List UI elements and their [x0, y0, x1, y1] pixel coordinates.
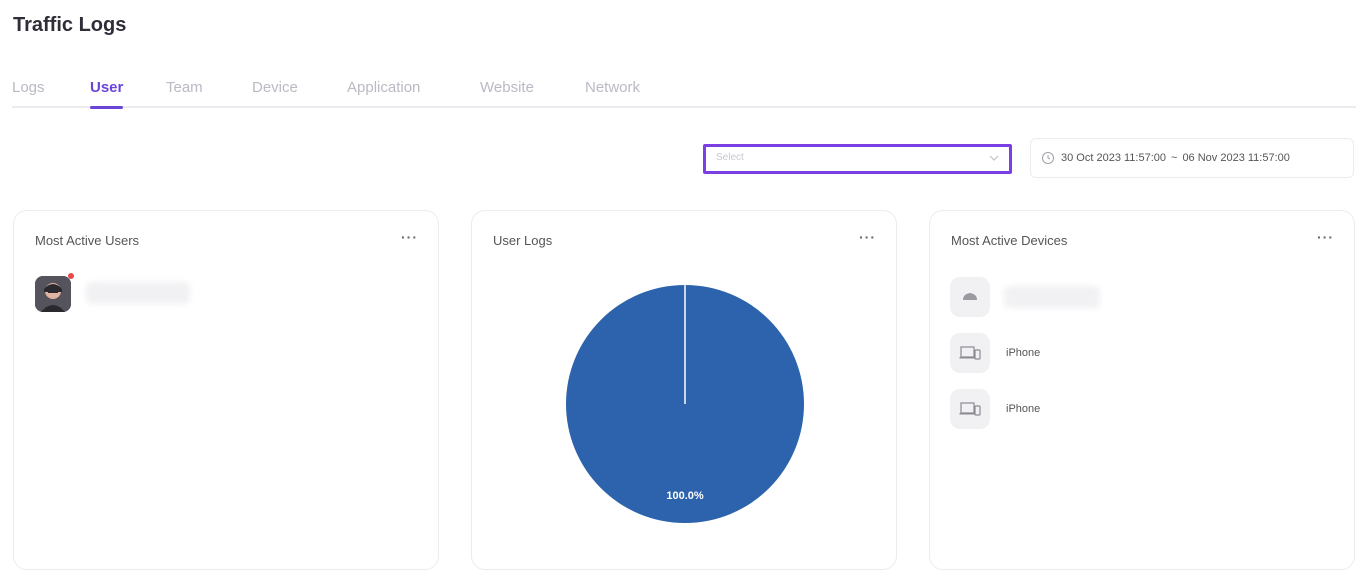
date-range-picker[interactable]: 30 Oct 2023 11:57:00 ~ 06 Nov 2023 11:57…	[1030, 138, 1354, 178]
user-logs-pie-chart: 100.0%	[566, 285, 804, 523]
online-status-dot	[68, 273, 74, 279]
more-options-button[interactable]: ···	[859, 229, 876, 245]
device-name: iPhone	[1006, 403, 1041, 415]
device-icon-box	[950, 389, 990, 429]
device-name-redacted	[1004, 286, 1100, 308]
tab-device[interactable]: Device	[252, 78, 298, 108]
devices-icon	[959, 346, 981, 360]
most-active-users-card: Most Active Users ···	[13, 210, 439, 570]
card-title: User Logs	[493, 233, 553, 248]
date-start: 30 Oct 2023 11:57:00	[1061, 152, 1166, 164]
date-separator: ~	[1171, 152, 1178, 164]
tab-application[interactable]: Application	[347, 78, 420, 108]
card-title: Most Active Devices	[951, 233, 1068, 248]
user-logs-card: User Logs ··· 100.0%	[471, 210, 897, 570]
user-name-redacted	[86, 282, 190, 304]
page-title: Traffic Logs	[13, 14, 127, 36]
tab-logs[interactable]: Logs	[12, 78, 45, 108]
pie-data-label-0: 100.0%	[666, 490, 704, 502]
more-options-button[interactable]: ···	[1317, 229, 1334, 245]
chevron-down-icon	[989, 155, 999, 161]
clock-icon	[1042, 152, 1054, 164]
user-avatar-icon	[35, 276, 71, 312]
devices-icon	[959, 402, 981, 416]
date-end: 06 Nov 2023 11:57:00	[1182, 152, 1290, 164]
avatar[interactable]	[35, 276, 71, 312]
more-options-button[interactable]: ···	[401, 229, 418, 245]
tab-user[interactable]: User	[90, 78, 124, 109]
device-icon-box	[950, 277, 990, 317]
card-title: Most Active Users	[35, 233, 140, 248]
tab-team[interactable]: Team	[166, 78, 203, 108]
most-active-devices-card: Most Active Devices ··· iPhone iPhone	[929, 210, 1355, 570]
cloud-icon	[963, 293, 977, 300]
tab-network[interactable]: Network	[585, 78, 640, 108]
select-placeholder: Select	[716, 152, 744, 163]
user-select[interactable]: Select	[703, 144, 1012, 174]
tab-bar: Logs User Team Device Application Websit…	[12, 78, 1356, 109]
device-icon-box	[950, 333, 990, 373]
device-name: iPhone	[1006, 347, 1041, 359]
tab-website[interactable]: Website	[480, 78, 534, 108]
